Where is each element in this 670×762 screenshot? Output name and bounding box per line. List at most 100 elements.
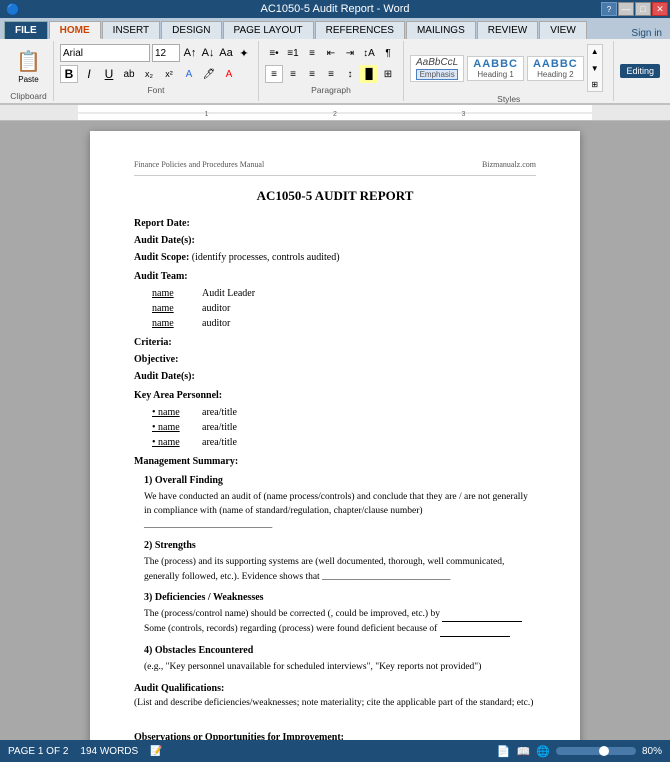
font-label: Font [60, 85, 252, 95]
align-left-btn[interactable]: ≡ [265, 65, 283, 83]
style-aabbccl[interactable]: AaBbCcL Emphasis [410, 55, 464, 82]
change-case-btn[interactable]: Aa [218, 45, 234, 61]
align-center-btn[interactable]: ≡ [284, 65, 302, 83]
team-role-0: Audit Leader [202, 286, 255, 301]
styles-scroll-btn[interactable]: ▲▼⊞ [587, 44, 603, 92]
ribbon-content: 📋 Paste Clipboard A↑ A↓ Aa ✦ B I U ab x₂… [0, 39, 670, 105]
style-heading2[interactable]: AABBC Heading 2 [527, 56, 584, 81]
key-area-label: Key Area Personnel: [134, 388, 536, 403]
clipboard-group: 📋 Paste Clipboard [4, 41, 54, 101]
audit-dates2-label: Audit Date(s): [134, 371, 195, 382]
ribbon-tab-bar: FILE HOME INSERT DESIGN PAGE LAYOUT REFE… [0, 18, 670, 39]
strikethrough-btn[interactable]: ab [120, 65, 138, 83]
report-date-label: Report Date: [134, 218, 190, 229]
clear-format-btn[interactable]: ✦ [236, 45, 252, 61]
bullets-btn[interactable]: ≡• [265, 44, 283, 62]
decrease-indent-btn[interactable]: ⇤ [322, 44, 340, 62]
paste-button[interactable]: 📋 Paste [11, 42, 47, 90]
section-1-heading: 1) Overall Finding [144, 473, 536, 488]
help-btn[interactable]: ? [601, 2, 617, 16]
zoom-level: 80% [642, 746, 662, 757]
track-changes-icon[interactable]: 📝 [150, 746, 162, 757]
section-4: 4) Obstacles Encountered (e.g., "Key per… [144, 643, 536, 674]
italic-button[interactable]: I [80, 65, 98, 83]
signin-link[interactable]: Sign in [627, 28, 666, 39]
page-count: PAGE 1 OF 2 [8, 746, 68, 757]
multilevel-btn[interactable]: ≡ [303, 44, 321, 62]
tab-view[interactable]: VIEW [539, 21, 587, 39]
text-effects-btn[interactable]: A [180, 65, 198, 83]
align-right-btn[interactable]: ≡ [303, 65, 321, 83]
mgmt-summary-label: Management Summary: [134, 454, 536, 469]
maximize-btn[interactable]: □ [635, 2, 651, 16]
highlight-btn[interactable]: 🖊 [200, 65, 218, 83]
tab-mailings[interactable]: MAILINGS [406, 21, 476, 39]
style-heading1[interactable]: AABBC Heading 1 [467, 56, 524, 81]
report-date-row: Report Date: [134, 216, 536, 231]
superscript-btn[interactable]: x² [160, 65, 178, 83]
styles-label: Styles [410, 94, 607, 104]
shading-btn[interactable]: █ [360, 65, 378, 83]
team-row-0: name Audit Leader [152, 286, 536, 301]
criteria-label: Criteria: [134, 337, 172, 348]
heading1-label: Heading 1 [473, 70, 518, 79]
sort-btn[interactable]: ↕A [360, 44, 378, 62]
grow-btn[interactable]: A↑ [182, 45, 198, 61]
font-name-input[interactable] [60, 44, 150, 62]
section-1-body: We have conducted an audit of (name proc… [144, 490, 536, 533]
criteria-row: Criteria: [134, 335, 536, 350]
zoom-slider[interactable] [556, 747, 636, 755]
svg-text:1: 1 [205, 111, 209, 118]
shrink-btn[interactable]: A↓ [200, 45, 216, 61]
team-name-2: name [152, 316, 182, 331]
increase-indent-btn[interactable]: ⇥ [341, 44, 359, 62]
observations-section: Observations or Opportunities for Improv… [134, 730, 536, 740]
clipboard-label: Clipboard [10, 91, 46, 101]
section-1: 1) Overall Finding We have conducted an … [144, 473, 536, 533]
status-bar: PAGE 1 OF 2 194 WORDS 📝 📄 📖 🌐 80% [0, 740, 670, 762]
personnel-row-0: • name area/title [152, 405, 536, 420]
borders-btn[interactable]: ⊞ [379, 65, 397, 83]
status-left: PAGE 1 OF 2 194 WORDS 📝 [8, 746, 163, 757]
tab-review[interactable]: REVIEW [477, 21, 538, 39]
underline-button[interactable]: U [100, 65, 118, 83]
heading2-label: Heading 2 [533, 70, 578, 79]
title-bar-text: AC1050-5 Audit Report - Word [261, 3, 410, 15]
font-size-input[interactable] [152, 44, 180, 62]
show-hide-btn[interactable]: ¶ [379, 44, 397, 62]
line-spacing-btn[interactable]: ↕ [341, 65, 359, 83]
team-name-1: name [152, 301, 182, 316]
team-row-1: name auditor [152, 301, 536, 316]
section-2-body: The (process) and its supporting systems… [144, 555, 536, 584]
doc-title: AC1050-5 AUDIT REPORT [134, 186, 536, 206]
tab-home[interactable]: HOME [49, 21, 101, 39]
view-web-btn[interactable]: 🌐 [536, 745, 550, 758]
subscript-btn[interactable]: x₂ [140, 65, 158, 83]
tab-design[interactable]: DESIGN [161, 21, 221, 39]
font-group: A↑ A↓ Aa ✦ B I U ab x₂ x² A 🖊 A Font [54, 41, 259, 101]
view-read-btn[interactable]: 📖 [517, 745, 531, 758]
audit-team-label: Audit Team: [134, 269, 536, 284]
personnel-row-1: • name area/title [152, 420, 536, 435]
view-print-btn[interactable]: 📄 [497, 745, 511, 758]
objective-label: Objective: [134, 354, 178, 365]
tab-file[interactable]: FILE [4, 21, 48, 39]
font-color-btn[interactable]: A [220, 65, 238, 83]
audit-qualifications: Audit Qualifications: (List and describe… [134, 681, 536, 710]
emphasis-label: Emphasis [416, 69, 458, 80]
editing-group: Editing [614, 41, 666, 101]
ruler-marks: 1 2 3 [78, 105, 592, 120]
bold-button[interactable]: B [60, 65, 78, 83]
justify-btn[interactable]: ≡ [322, 65, 340, 83]
window-icon: 🔵 [6, 3, 20, 16]
styles-group: AaBbCcL Emphasis AABBC Heading 1 AABBC H… [404, 41, 614, 101]
tab-references[interactable]: REFERENCES [315, 21, 405, 39]
section-3-body: The (process/control name) should be cor… [144, 607, 536, 638]
numbering-btn[interactable]: ≡1 [284, 44, 302, 62]
close-btn[interactable]: ✕ [652, 2, 668, 16]
tab-insert[interactable]: INSERT [102, 21, 161, 39]
editing-badge: Editing [620, 64, 660, 78]
audit-dates2-row: Audit Date(s): [134, 369, 536, 384]
minimize-btn[interactable]: — [618, 2, 634, 16]
tab-page-layout[interactable]: PAGE LAYOUT [223, 21, 314, 39]
